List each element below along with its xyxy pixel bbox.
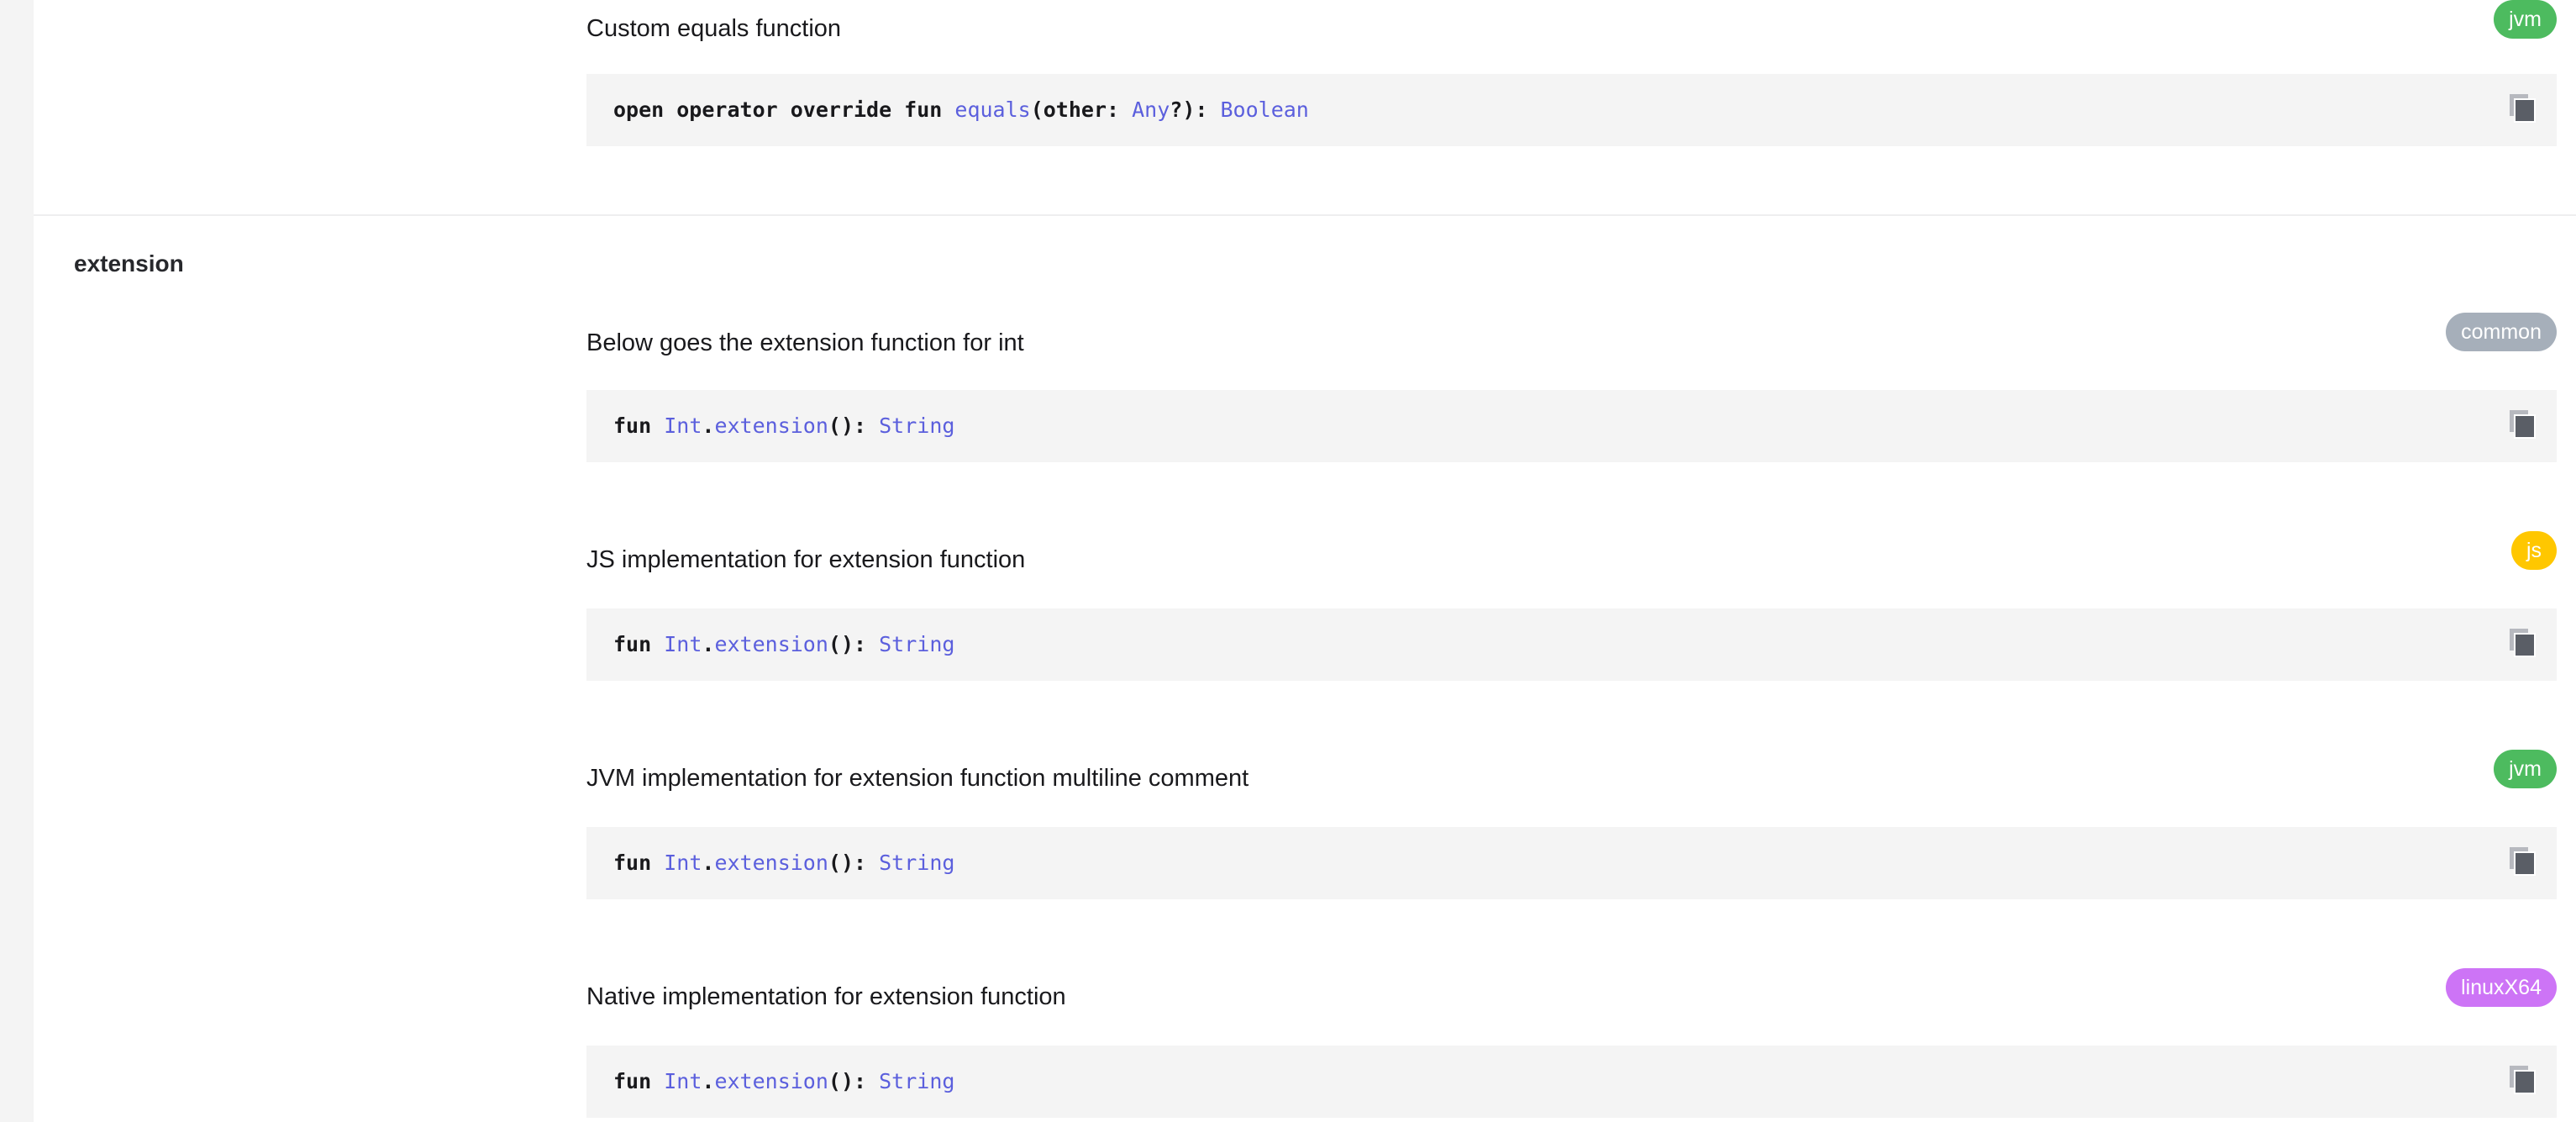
platform-badge-linuxx64[interactable]: linuxX64 <box>2446 968 2557 1007</box>
code-punctuation: (): <box>828 632 880 656</box>
code-punctuation: (): <box>828 1069 880 1093</box>
code-punctuation: (other: <box>1030 97 1133 122</box>
code-punctuation: (): <box>828 414 880 438</box>
type-link-boolean[interactable]: Boolean <box>1221 97 1309 122</box>
copy-icon[interactable] <box>2510 94 2537 123</box>
function-name-link[interactable]: extension <box>714 414 828 438</box>
platform-badge-common[interactable]: common <box>2446 313 2557 351</box>
type-link-int[interactable]: Int <box>664 1069 702 1093</box>
code-block: open operator override fun equals(other:… <box>586 74 2557 146</box>
member-entry: JS implementation for extension function… <box>586 531 2557 682</box>
code-punctuation: . <box>702 851 715 875</box>
code-signature: open operator override fun equals(other:… <box>613 94 1309 126</box>
function-name-link[interactable]: equals <box>954 97 1030 122</box>
left-sidebar-strip <box>0 0 34 1122</box>
entry-description: Custom equals function <box>586 15 842 42</box>
type-link-int[interactable]: Int <box>664 414 702 438</box>
type-link-string[interactable]: String <box>879 851 954 875</box>
section-title: extension <box>74 250 184 277</box>
code-signature: fun Int.extension(): String <box>613 847 954 879</box>
entry-description: Native implementation for extension func… <box>586 983 1066 1010</box>
platform-badge-jvm[interactable]: jvm <box>2494 750 2557 788</box>
copy-icon[interactable] <box>2510 847 2537 876</box>
page: Custom equals function jvm open operator… <box>0 0 2576 1122</box>
code-keyword: fun <box>613 1069 665 1093</box>
code-punctuation: . <box>702 1069 715 1093</box>
code-signature: fun Int.extension(): String <box>613 629 954 661</box>
code-block: fun Int.extension(): String <box>586 390 2557 462</box>
type-link-string[interactable]: String <box>879 1069 954 1093</box>
type-link-int[interactable]: Int <box>664 851 702 875</box>
code-block: fun Int.extension(): String <box>586 1046 2557 1118</box>
member-entry: JVM implementation for extension functio… <box>586 750 2557 901</box>
copy-icon[interactable] <box>2510 629 2537 657</box>
function-name-link[interactable]: extension <box>714 632 828 656</box>
code-block: fun Int.extension(): String <box>586 827 2557 899</box>
code-keyword: fun <box>613 851 665 875</box>
code-keywords: open operator override fun <box>613 97 955 122</box>
code-punctuation: ?): <box>1170 97 1221 122</box>
copy-icon[interactable] <box>2510 410 2537 439</box>
entry-description: Below goes the extension function for in… <box>586 329 1024 356</box>
type-link-string[interactable]: String <box>879 414 954 438</box>
entry-description: JVM implementation for extension functio… <box>586 765 1249 792</box>
code-punctuation: . <box>702 632 715 656</box>
code-signature: fun Int.extension(): String <box>613 410 954 442</box>
code-keyword: fun <box>613 414 665 438</box>
code-signature: fun Int.extension(): String <box>613 1066 954 1098</box>
copy-icon[interactable] <box>2510 1066 2537 1094</box>
platform-badge-jvm[interactable]: jvm <box>2494 0 2557 39</box>
member-entry: Below goes the extension function for in… <box>586 313 2557 464</box>
function-name-link[interactable]: extension <box>714 851 828 875</box>
type-link-string[interactable]: String <box>879 632 954 656</box>
member-entry-equals: Custom equals function jvm open operator… <box>586 0 2557 151</box>
entry-description: JS implementation for extension function <box>586 546 1026 573</box>
code-punctuation: . <box>702 414 715 438</box>
type-link-any[interactable]: Any <box>1132 97 1170 122</box>
function-name-link[interactable]: extension <box>714 1069 828 1093</box>
member-entry: Native implementation for extension func… <box>586 968 2557 1119</box>
code-block: fun Int.extension(): String <box>586 608 2557 681</box>
section-divider <box>34 214 2576 216</box>
code-keyword: fun <box>613 632 665 656</box>
platform-badge-js[interactable]: js <box>2510 531 2557 570</box>
type-link-int[interactable]: Int <box>664 632 702 656</box>
code-punctuation: (): <box>828 851 880 875</box>
